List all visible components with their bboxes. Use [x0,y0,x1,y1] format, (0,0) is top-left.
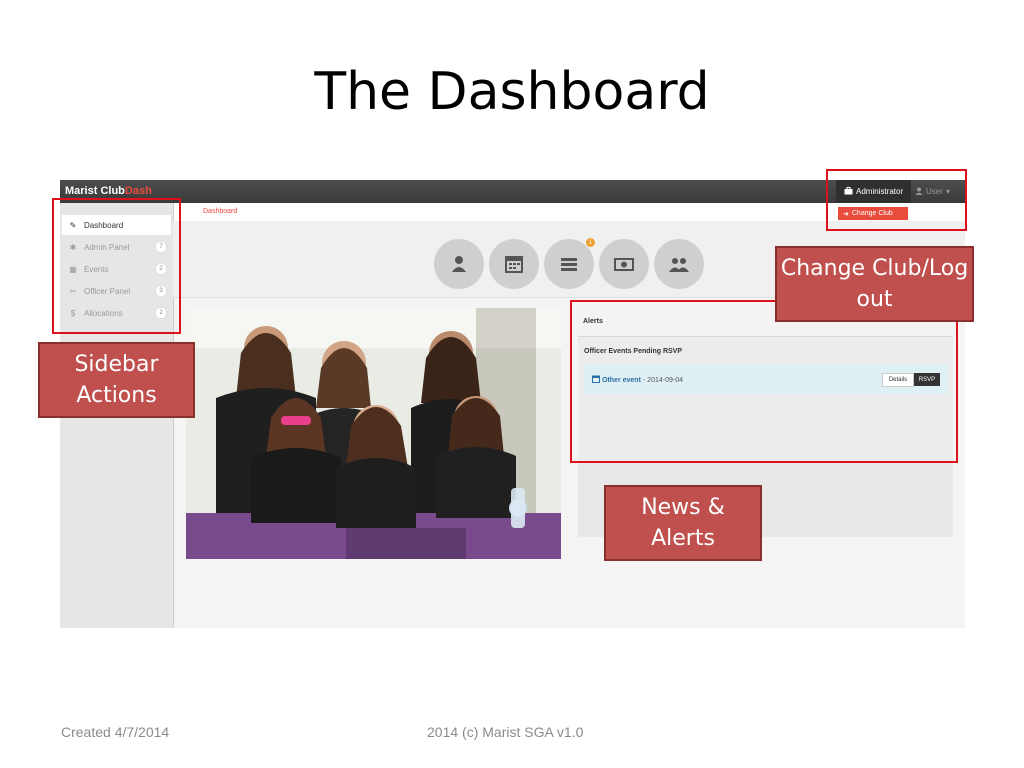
alerts-highlight-box [570,300,958,463]
footer-created-date: Created 4/7/2014 [61,724,170,740]
events-quick-button[interactable] [489,239,539,289]
list-icon [561,258,577,271]
money-icon [614,258,634,271]
list-quick-button[interactable] [544,239,594,289]
notification-badge: 1 [586,238,595,247]
brand-accent: Dash [124,185,152,197]
sidebar-highlight-box [52,198,181,334]
allocations-quick-button[interactable] [599,239,649,289]
footer-copyright: 2014 (c) Marist SGA v1.0 [427,724,584,740]
profile-quick-button[interactable] [434,239,484,289]
change-club-highlight-box [826,169,967,231]
brand-logo[interactable]: Marist ClubDash [65,185,152,197]
change-club-callout: Change Club/Log out [775,246,974,322]
news-callout: News & Alerts [604,485,762,561]
members-quick-button[interactable] [654,239,704,289]
calendar-icon [505,256,523,273]
slide-title: The Dashboard [314,62,710,122]
group-icon [669,258,689,272]
sidebar-callout: Sidebar Actions [38,342,195,418]
club-photo [186,308,561,559]
user-icon [452,256,466,272]
breadcrumb[interactable]: Dashboard [203,208,237,215]
brand-main: Marist Club [65,185,125,197]
